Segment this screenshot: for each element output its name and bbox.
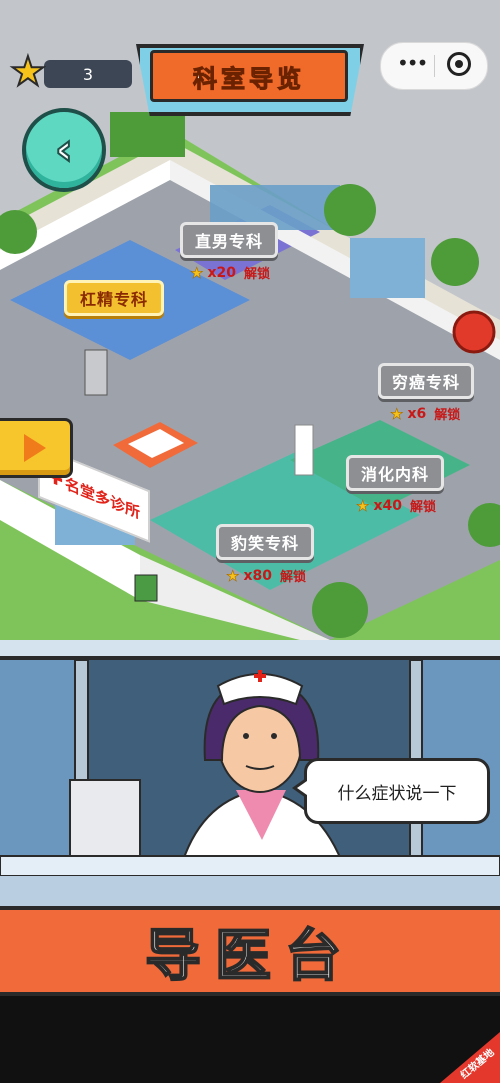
speech-text: 什么症状说一下	[337, 783, 457, 804]
chevron-left-icon: ‹	[54, 124, 74, 175]
reception-banner: 导医台	[0, 906, 500, 996]
dept-unlock-cost: ★ x6 解锁	[390, 404, 461, 423]
back-button[interactable]: ‹	[22, 108, 106, 192]
arrow-right-icon	[24, 434, 46, 462]
dept-button-xiaohua[interactable]: 消化内科	[346, 455, 444, 491]
page-title: 科室导览	[150, 50, 348, 102]
dept-button-zhinan[interactable]: 直男专科	[180, 222, 278, 258]
dept-unlock-cost: ★ x80 解锁	[226, 566, 306, 585]
dept-button-baoxiao[interactable]: 豹笑专科	[216, 524, 314, 560]
dept-button-gangjing[interactable]: 杠精专科	[64, 280, 164, 316]
star-icon: ★	[190, 263, 204, 282]
dept-label: 消化内科	[360, 465, 429, 484]
star-icon: ★	[9, 49, 47, 95]
star-icon: ★	[356, 496, 370, 515]
dept-label: 穷癌专科	[391, 373, 460, 392]
dept-label: 直男专科	[194, 232, 263, 251]
go-button[interactable]	[0, 418, 73, 478]
dept-label: 豹笑专科	[230, 534, 299, 553]
more-icon[interactable]: •••	[397, 51, 428, 75]
star-counter: 3	[44, 60, 132, 88]
speech-bubble-tail-fill	[297, 781, 307, 795]
capsule-divider	[434, 55, 435, 77]
dept-button-qiongai[interactable]: 穷癌专科	[378, 363, 474, 399]
close-miniprogram-dot	[455, 60, 463, 68]
star-count-value: 3	[82, 64, 94, 84]
dept-unlock-cost: ★ x40 解锁	[356, 496, 436, 515]
dept-label: 杠精专科	[79, 290, 148, 309]
miniprogram-capsule[interactable]: •••	[380, 42, 488, 90]
star-icon: ★	[390, 404, 404, 423]
reception-banner-title: 导医台	[144, 923, 355, 990]
speech-bubble: 什么症状说一下	[304, 758, 490, 824]
dept-unlock-cost: ★ x20 解锁	[190, 263, 270, 282]
star-icon: ★	[226, 566, 240, 585]
